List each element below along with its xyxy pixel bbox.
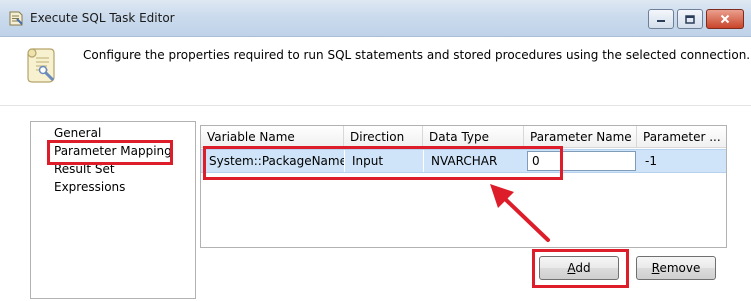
cell-variable-name[interactable]: System::PackageName xyxy=(201,150,344,172)
add-button-label: Add xyxy=(567,261,590,275)
cell-data-type[interactable]: NVARCHAR xyxy=(423,150,524,172)
column-header-parameter-name[interactable]: Parameter Name xyxy=(524,126,637,148)
page-nav-list[interactable]: General Parameter Mapping Result Set Exp… xyxy=(30,121,196,299)
minimize-button[interactable] xyxy=(648,9,674,29)
column-header-data-type[interactable]: Data Type xyxy=(423,126,524,148)
cell-direction[interactable]: Input xyxy=(344,150,423,172)
nav-item-result-set[interactable]: Result Set xyxy=(54,162,115,176)
remove-label-rest: emove xyxy=(659,261,701,275)
nav-item-expressions[interactable]: Expressions xyxy=(54,180,125,194)
minimize-icon xyxy=(657,20,665,22)
maximize-button[interactable] xyxy=(677,9,703,29)
remove-button[interactable]: Remove xyxy=(636,256,716,280)
window-title: Execute SQL Task Editor xyxy=(30,11,175,25)
close-icon xyxy=(720,14,730,24)
remove-button-label: Remove xyxy=(652,261,701,275)
title-bar[interactable]: Execute SQL Task Editor xyxy=(0,0,751,37)
column-header-variable-name[interactable]: Variable Name xyxy=(201,126,344,148)
header-separator xyxy=(0,105,751,106)
add-label-rest: dd xyxy=(575,261,591,275)
nav-item-general[interactable]: General xyxy=(54,126,101,140)
scroll-task-icon xyxy=(27,48,55,83)
package-task-icon xyxy=(9,11,23,26)
column-header-parameter-size[interactable]: Parameter ... xyxy=(637,126,726,148)
maximize-icon xyxy=(685,14,695,24)
header-description: Configure the properties required to run… xyxy=(83,48,751,62)
column-header-direction[interactable]: Direction xyxy=(344,126,423,148)
nav-item-parameter-mapping[interactable]: Parameter Mapping xyxy=(54,144,172,158)
parameter-mapping-grid[interactable]: Variable Name Direction Data Type Parame… xyxy=(200,125,727,248)
cell-parameter-name[interactable]: 0 xyxy=(524,150,637,172)
close-button[interactable] xyxy=(706,9,744,29)
cell-parameter-size[interactable]: -1 xyxy=(637,150,726,172)
add-button[interactable]: Add xyxy=(539,256,619,280)
